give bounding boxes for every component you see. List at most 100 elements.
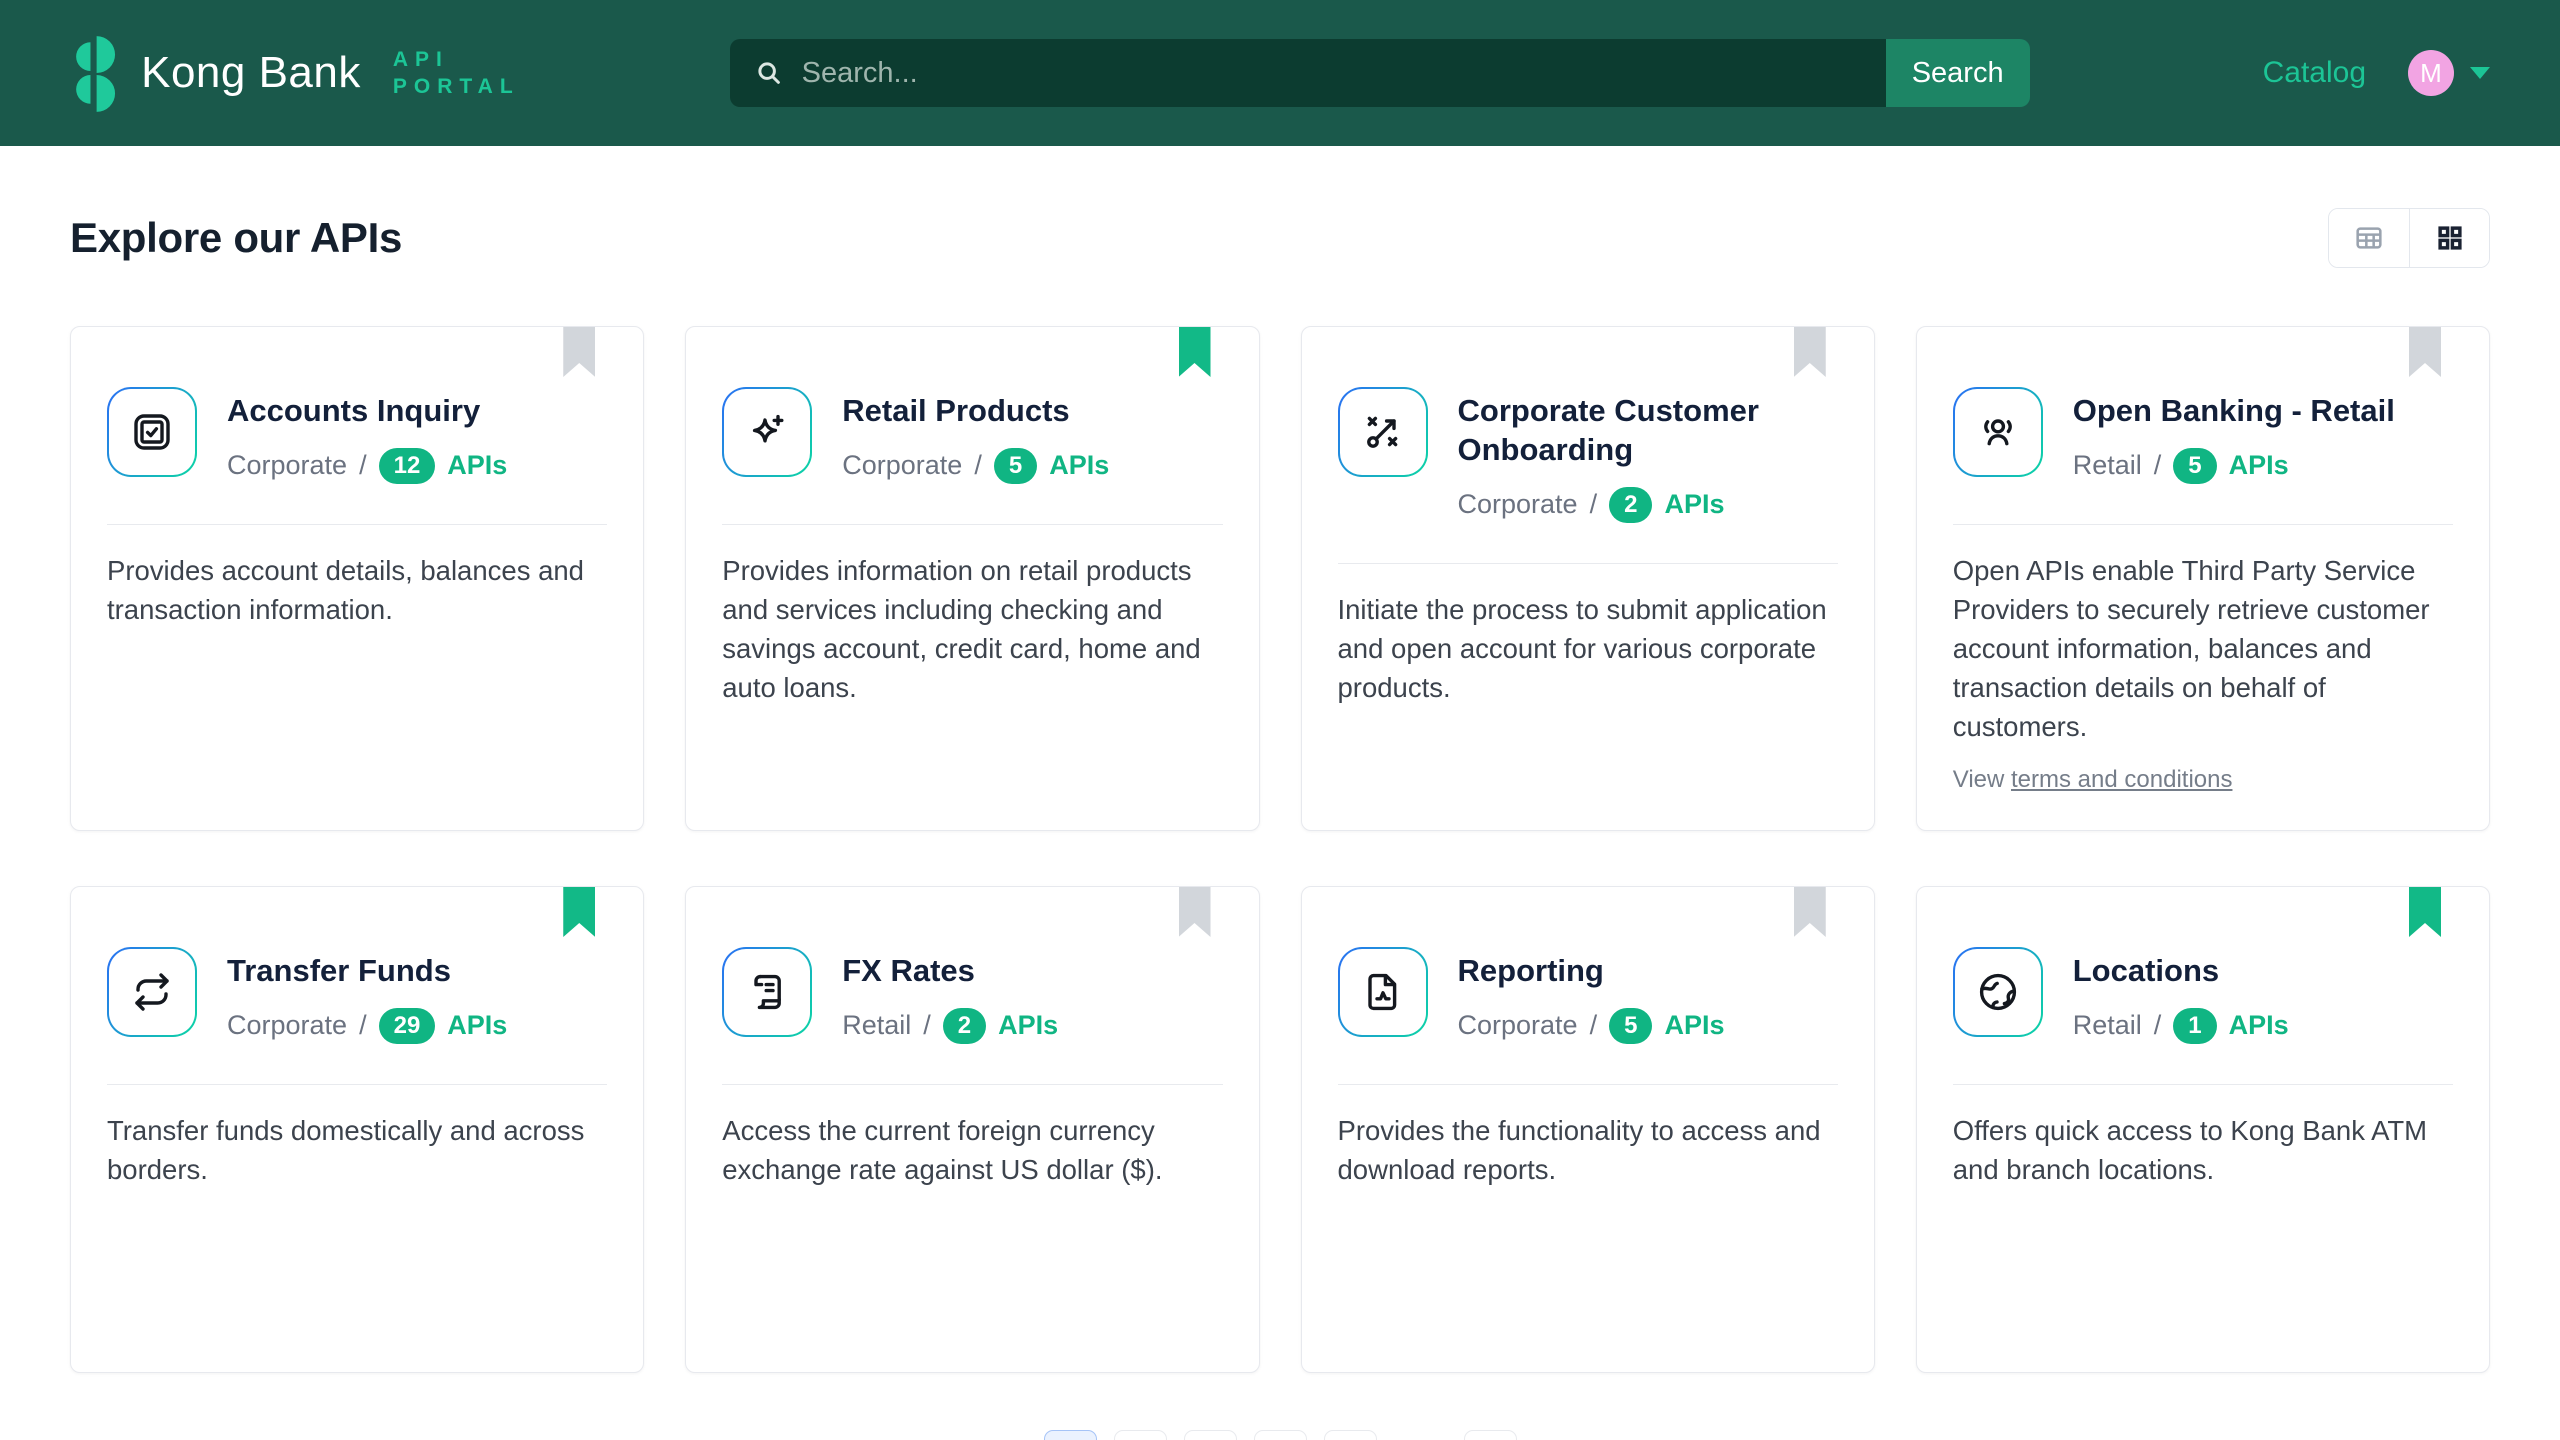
card-description: Offers quick access to Kong Bank ATM and… [1953,1111,2453,1189]
pagination-page-2[interactable]: 2 [1114,1430,1167,1440]
category-separator: / [923,1010,931,1041]
terms-prefix: View [1953,766,2005,793]
card-category: Corporate [1458,1010,1578,1041]
card-title[interactable]: Locations [2073,952,2289,991]
globe-icon [1953,947,2043,1037]
card-title[interactable]: Transfer Funds [227,952,507,991]
api-count-badge: 29 [379,1008,436,1044]
category-separator: / [359,450,367,481]
kong-bank-logo-icon [70,30,117,116]
card-title[interactable]: Open Banking - Retail [2073,392,2395,431]
terms-line: View terms and conditions [1953,766,2453,794]
card-description: Transfer funds domestically and across b… [107,1111,607,1189]
grid-view-button[interactable] [2409,209,2489,267]
api-count-badge: 2 [943,1008,986,1044]
api-card-accounts-inquiry[interactable]: Accounts Inquiry Corporate / 12 APIs Pro… [70,326,644,831]
bookmark-icon[interactable] [2409,887,2441,937]
scroll-icon [722,947,812,1037]
api-count-badge: 5 [1609,1008,1652,1044]
card-title[interactable]: Accounts Inquiry [227,392,507,431]
api-card-locations[interactable]: Locations Retail / 1 APIs Offers quick a… [1916,886,2490,1373]
bookmark-icon[interactable] [563,327,595,377]
card-description: Open APIs enable Third Party Service Pro… [1953,551,2453,746]
bookmark-icon[interactable] [563,887,595,937]
api-count-badge: 1 [2173,1008,2216,1044]
pagination-page-10[interactable]: 10 [1464,1430,1517,1440]
brand-sub-line2: PORTAL [393,75,520,98]
strategy-icon [1338,387,1428,477]
search-icon [754,58,784,88]
bookmark-icon[interactable] [1179,887,1211,937]
avatar[interactable]: M [2408,50,2454,96]
sparkle-icon [722,387,812,477]
card-description: Initiate the process to submit applicati… [1338,590,1838,707]
nav-catalog-link[interactable]: Catalog [2263,56,2366,90]
api-count-badge: 5 [2173,448,2216,484]
card-description: Provides account details, balances and t… [107,551,607,629]
apis-label: APIs [447,450,507,481]
brand-sub-line1: API [393,48,520,71]
bookmark-icon[interactable] [1794,327,1826,377]
card-category: Corporate [227,450,347,481]
api-count-badge: 2 [1609,487,1652,523]
card-title[interactable]: Retail Products [842,392,1109,431]
card-category: Corporate [227,1010,347,1041]
transfer-icon [107,947,197,1037]
apis-label: APIs [447,1010,507,1041]
chevron-down-icon[interactable] [2470,67,2490,79]
api-card-fx-rates[interactable]: FX Rates Retail / 2 APIs Access the curr… [685,886,1259,1373]
category-separator: / [1590,489,1598,520]
api-card-transfer-funds[interactable]: Transfer Funds Corporate / 29 APIs Trans… [70,886,644,1373]
api-card-grid: Accounts Inquiry Corporate / 12 APIs Pro… [70,326,2490,1373]
pagination-page-3[interactable]: 3 [1184,1430,1237,1440]
pagination-page-4[interactable]: 4 [1254,1430,1307,1440]
apis-label: APIs [2229,1010,2289,1041]
checkbox-icon [107,387,197,477]
api-card-corporate-customer-onboarding[interactable]: Corporate Customer Onboarding Corporate … [1301,326,1875,831]
apis-label: APIs [1664,489,1724,520]
card-category: Retail [842,1010,911,1041]
terms-link[interactable]: terms and conditions [2011,766,2232,793]
apis-label: APIs [2229,450,2289,481]
card-description: Provides the functionality to access and… [1338,1111,1838,1189]
brand-subtitle: API PORTAL [393,48,520,98]
user-menu[interactable]: M [2408,50,2490,96]
card-category: Corporate [842,450,962,481]
header-nav: Catalog M [2263,50,2490,96]
card-title[interactable]: Corporate Customer Onboarding [1458,392,1838,470]
category-separator: / [2154,1010,2162,1041]
pagination-page-1[interactable]: 1 [1044,1430,1097,1440]
bookmark-icon[interactable] [1179,327,1211,377]
card-title[interactable]: Reporting [1458,952,1725,991]
api-count-badge: 5 [994,448,1037,484]
pagination-page-5[interactable]: 5 [1324,1430,1377,1440]
api-card-reporting[interactable]: Reporting Corporate / 5 APIs Provides th… [1301,886,1875,1373]
grid-view-icon [2434,222,2466,254]
card-category: Retail [2073,1010,2142,1041]
app-header: Kong Bank API PORTAL Search Catalog M [0,0,2560,146]
category-separator: / [974,450,982,481]
search-input[interactable] [730,39,1886,107]
card-category: Retail [2073,450,2142,481]
card-description: Provides information on retail products … [722,551,1222,707]
bookmark-icon[interactable] [1794,887,1826,937]
table-view-icon [2353,222,2385,254]
api-card-retail-products[interactable]: Retail Products Corporate / 5 APIs Provi… [685,326,1259,831]
card-category: Corporate [1458,489,1578,520]
bookmark-icon[interactable] [2409,327,2441,377]
apis-label: APIs [998,1010,1058,1041]
category-separator: / [1590,1010,1598,1041]
search-group: Search [730,39,2030,107]
main-content: Explore our APIs [0,208,2560,1440]
page-title: Explore our APIs [70,214,402,262]
search-button[interactable]: Search [1886,39,2030,107]
card-description: Access the current foreign currency exch… [722,1111,1222,1189]
card-title[interactable]: FX Rates [842,952,1058,991]
brand-name: Kong Bank [141,48,361,98]
apis-label: APIs [1664,1010,1724,1041]
category-separator: / [359,1010,367,1041]
api-card-open-banking-retail[interactable]: Open Banking - Retail Retail / 5 APIs Op… [1916,326,2490,831]
brand[interactable]: Kong Bank API PORTAL [70,30,520,116]
table-view-button[interactable] [2329,209,2409,267]
api-count-badge: 12 [379,448,436,484]
